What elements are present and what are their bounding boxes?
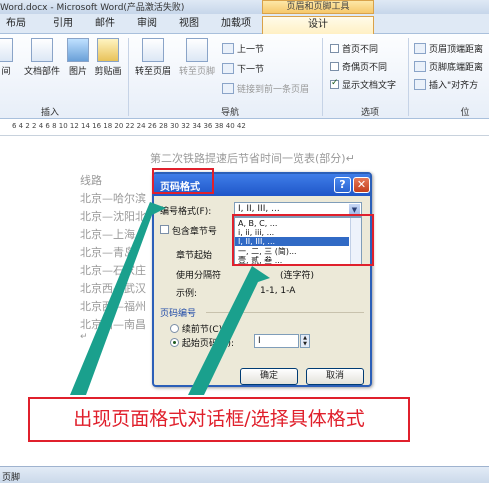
status-bar: 页脚	[0, 466, 489, 483]
arrow-icon	[70, 202, 166, 395]
arrow-icon	[188, 266, 270, 395]
annotation-callout: 出现页面格式对话框/选择具体格式	[28, 397, 410, 442]
status-text: 页脚	[2, 473, 21, 483]
